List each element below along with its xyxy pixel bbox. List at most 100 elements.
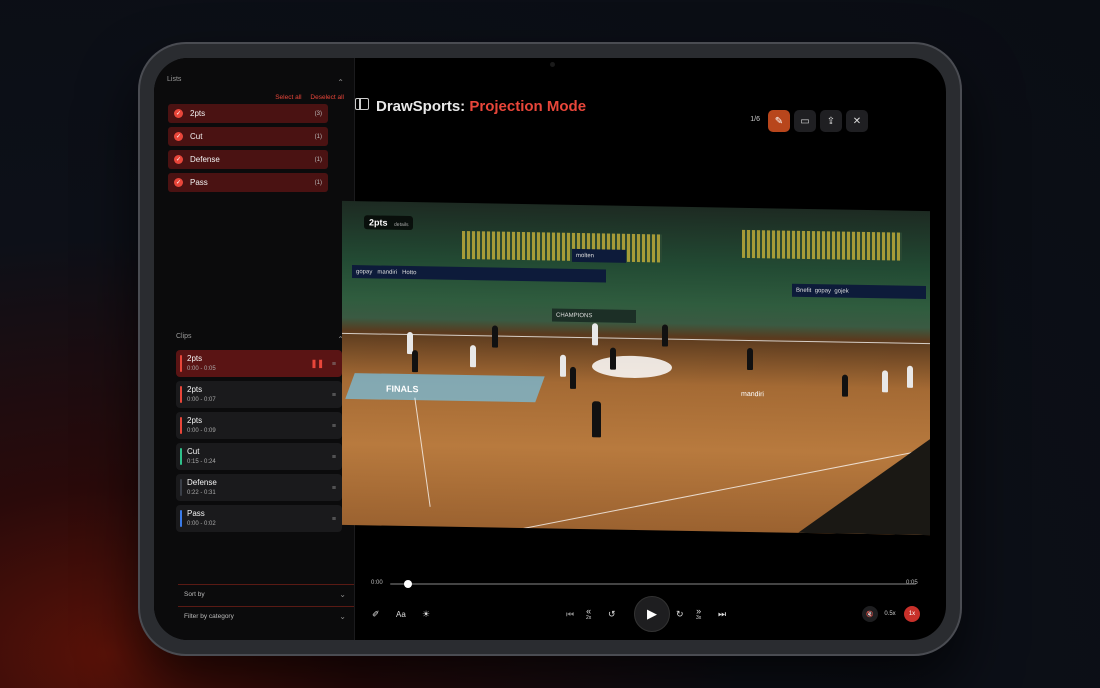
screen-button[interactable]: ▭ <box>794 110 816 132</box>
arena-banner: molten <box>572 248 626 263</box>
forward-loop-button[interactable]: ↻ <box>676 606 684 622</box>
list-item-2pts[interactable]: ✓ 2pts (3) <box>168 104 328 123</box>
monitor-icon: ▭ <box>800 115 810 127</box>
arena-banner: gopay mandiri Hotto <box>352 265 606 283</box>
sort-by-label: Sort by <box>184 591 205 598</box>
clip-time: 0:00 - 0:07 <box>187 397 216 403</box>
clip-item[interactable]: 2pts 0:00 - 0:09 ≡ <box>176 412 342 439</box>
chevron-down-icon: ⌄ <box>339 590 346 599</box>
skip-back-icon: ⏮ <box>566 608 575 619</box>
player-figure <box>842 374 848 397</box>
drag-handle-icon[interactable]: ≡ <box>332 392 336 399</box>
drag-handle-icon[interactable]: ≡ <box>332 361 336 368</box>
text-icon: Aa <box>396 609 406 619</box>
player-figure <box>662 324 668 347</box>
title-accent: Projection Mode <box>469 98 587 115</box>
clip-color-bar <box>180 510 182 527</box>
speed-label: 1x <box>908 611 916 617</box>
filter-by-label: Filter by category <box>184 613 234 620</box>
clip-item[interactable]: 2pts 0:00 - 0:07 ≡ <box>176 381 342 408</box>
clip-overlay-label: 2pts details <box>364 215 414 231</box>
sidebar: Lists ⌃ Select all Deselect all ✓ 2pts (… <box>154 58 355 640</box>
list-item-count: (3) <box>314 110 322 117</box>
sort-by-dropdown[interactable]: Sort by ⌄ <box>178 584 354 604</box>
next-button[interactable]: ⏭ <box>718 606 726 622</box>
clip-name: Cut <box>187 447 200 456</box>
drag-handle-icon[interactable]: ≡ <box>332 485 336 492</box>
play-button[interactable]: ▶ <box>634 596 670 632</box>
clip-time: 0:00 - 0:09 <box>187 428 216 434</box>
chevron-up-icon[interactable]: ⌃ <box>337 78 344 87</box>
drag-handle-icon[interactable]: ≡ <box>332 423 336 430</box>
overlay-sub: details <box>394 221 409 229</box>
check-icon: ✓ <box>174 109 183 118</box>
clips-section-title: Clips <box>176 333 192 340</box>
page-title: DrawSports: Projection Mode <box>376 98 586 115</box>
ff-speed: 3x <box>696 615 702 621</box>
banner-text: gopay <box>356 268 373 275</box>
list-item-label: Defense <box>190 155 220 164</box>
clip-color-bar <box>180 479 182 496</box>
clip-time: 0:15 - 0:24 <box>187 459 216 465</box>
center-circle <box>592 355 672 379</box>
video-player[interactable]: gopay mandiri Hotto molten Bnefit gopay … <box>342 200 930 536</box>
player-figure <box>570 366 576 389</box>
check-icon: ✓ <box>174 132 183 141</box>
text-tool-button[interactable]: Aa <box>396 606 406 622</box>
fast-forward-button[interactable]: » 3x <box>696 606 701 622</box>
drag-handle-icon[interactable]: ≡ <box>332 516 336 523</box>
chevron-down-icon: ⌄ <box>339 612 346 621</box>
mute-icon: 🔇 <box>866 611 874 618</box>
player-figure <box>592 401 601 438</box>
pause-icon[interactable]: ❚❚ <box>311 359 324 368</box>
time-start: 0:00 <box>371 580 383 586</box>
list-item-defense[interactable]: ✓ Defense (1) <box>168 150 328 169</box>
clip-item[interactable]: Defense 0:22 - 0:31 ≡ <box>176 474 342 501</box>
play-icon: ▶ <box>647 606 657 621</box>
clip-item[interactable]: Cut 0:15 - 0:24 ≡ <box>176 443 342 470</box>
banner-text: Bnefit <box>796 287 812 294</box>
clip-item[interactable]: 2pts 0:00 - 0:05 ❚❚ ≡ <box>176 350 342 377</box>
rewind-button[interactable]: « 2x <box>586 606 591 622</box>
scrubber-knob[interactable] <box>404 580 412 588</box>
share-button[interactable]: ⇪ <box>820 110 842 132</box>
banner-text: CHAMPIONS <box>556 312 593 319</box>
list-item-pass[interactable]: ✓ Pass (1) <box>168 173 328 192</box>
skip-forward-icon: ⏭ <box>718 608 727 619</box>
clip-color-bar <box>180 448 182 465</box>
list-item-cut[interactable]: ✓ Cut (1) <box>168 127 328 146</box>
banner-text: gojek <box>834 287 849 295</box>
clip-item[interactable]: Pass 0:00 - 0:02 ≡ <box>176 505 342 532</box>
replay-button[interactable]: ↺ <box>608 606 616 622</box>
close-button[interactable]: ✕ <box>846 110 868 132</box>
speed-option[interactable]: 0.5x <box>882 606 898 622</box>
speed-label: 0.5x <box>884 611 896 617</box>
replay-icon: ↺ <box>608 608 616 619</box>
stands <box>742 229 902 261</box>
banner-text: mandiri <box>377 268 398 276</box>
previous-button[interactable]: ⏮ <box>566 606 574 622</box>
lists-section-title: Lists <box>167 76 182 83</box>
rewind-speed: 2x <box>586 615 592 621</box>
mute-button[interactable]: 🔇 <box>862 606 878 622</box>
filter-by-category-dropdown[interactable]: Filter by category ⌄ <box>178 606 354 626</box>
banner-text: gopay <box>814 287 832 294</box>
banner-text: mandiri <box>741 390 764 399</box>
banner-text: Hotto <box>402 269 417 276</box>
player-figure <box>882 370 888 393</box>
select-all-button[interactable]: Select all <box>275 94 301 101</box>
drag-handle-icon[interactable]: ≡ <box>332 454 336 461</box>
brightness-button[interactable]: ☀ <box>422 606 430 622</box>
close-icon: ✕ <box>852 115 862 127</box>
draw-tool-button[interactable]: ✎ <box>768 110 790 132</box>
speed-option-selected[interactable]: 1x <box>904 606 920 622</box>
court-line <box>414 397 431 507</box>
player-figure <box>492 325 498 348</box>
player-figure <box>610 347 616 370</box>
clip-name: Defense <box>187 478 217 487</box>
sidebar-toggle-icon[interactable] <box>355 98 369 110</box>
sun-icon: ☀ <box>422 608 431 619</box>
deselect-all-button[interactable]: Deselect all <box>310 94 344 101</box>
draw-tools-button[interactable]: ✐ <box>372 606 380 622</box>
timeline-scrubber[interactable] <box>390 580 916 588</box>
